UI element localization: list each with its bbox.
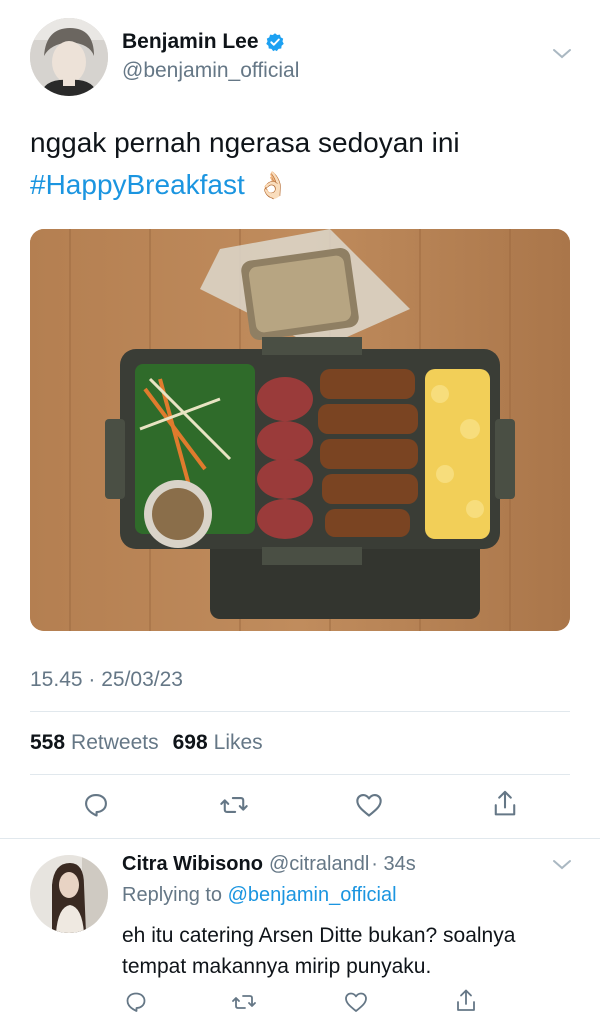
- reply-text-line1: eh itu catering Arsen Ditte bukan? soaln…: [122, 924, 516, 947]
- reply-chevron-down-icon[interactable]: [551, 858, 573, 872]
- likes-count[interactable]: 698: [173, 731, 208, 755]
- retweets-count[interactable]: 558: [30, 731, 65, 755]
- divider: [0, 838, 600, 839]
- retweet-icon[interactable]: [219, 791, 249, 819]
- reply-like-icon[interactable]: [344, 991, 368, 1013]
- author-handle[interactable]: @benjamin_official: [122, 59, 299, 83]
- chevron-down-icon[interactable]: [551, 47, 573, 61]
- verified-badge-icon: [265, 32, 285, 52]
- divider: [30, 711, 570, 712]
- tweet-timestamp[interactable]: 15.45 · 25/03/23: [30, 668, 183, 692]
- reply-time[interactable]: · 34s: [371, 853, 415, 876]
- reply-author-name[interactable]: Citra Wibisono: [122, 853, 263, 876]
- reply-icon[interactable]: [82, 791, 110, 819]
- ok-hand-emoji: 👌🏻: [256, 170, 290, 200]
- author-name[interactable]: Benjamin Lee: [122, 30, 259, 54]
- reply-reply-icon[interactable]: [124, 990, 148, 1014]
- divider: [30, 774, 570, 775]
- reply-retweet-icon[interactable]: [231, 990, 257, 1014]
- hashtag-link[interactable]: #HappyBreakfast: [30, 164, 245, 206]
- reply-author-avatar[interactable]: [30, 855, 108, 933]
- like-icon[interactable]: [355, 792, 383, 818]
- replying-to-handle[interactable]: @benjamin_official: [228, 884, 397, 906]
- tweet-photo[interactable]: [30, 229, 570, 631]
- retweets-label[interactable]: Retweets: [71, 731, 159, 755]
- reply-text-line2: tempat makannya mirip punyaku.: [122, 955, 432, 978]
- reply-share-icon[interactable]: [454, 988, 478, 1014]
- author-avatar[interactable]: [30, 18, 108, 96]
- likes-label[interactable]: Likes: [214, 731, 263, 755]
- reply-author-handle[interactable]: @citralandl: [269, 853, 369, 876]
- share-icon[interactable]: [491, 789, 519, 819]
- replying-to-label: Replying to: [122, 884, 223, 906]
- tweet-text: nggak pernah ngerasa sedoyan ini: [30, 127, 460, 158]
